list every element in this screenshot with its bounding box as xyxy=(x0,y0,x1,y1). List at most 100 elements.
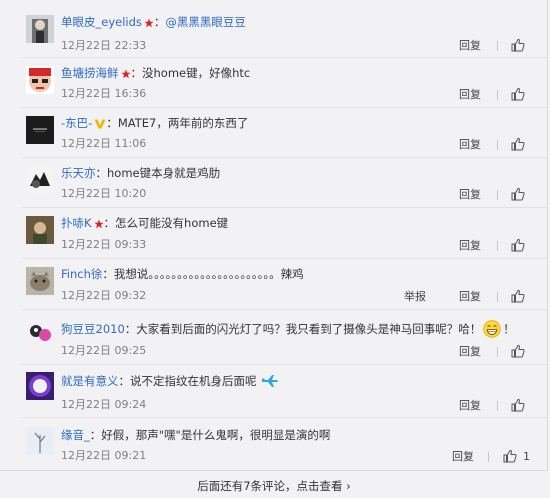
like-button[interactable] xyxy=(511,398,537,414)
reply-button[interactable]: 回复 xyxy=(459,400,481,412)
comment-author[interactable]: 乐天亦 xyxy=(61,166,96,180)
comment-text: 怎么可能没有home键 xyxy=(115,216,229,230)
thumbs-up-icon xyxy=(511,87,525,101)
comment-separator: ： xyxy=(124,322,137,336)
thumbs-up-icon xyxy=(511,289,525,303)
comment-time: 12月22日 22:33 xyxy=(61,39,147,52)
action-divider xyxy=(497,190,498,200)
comment-author[interactable]: 缘音_ xyxy=(61,428,90,442)
like-button[interactable] xyxy=(511,344,537,360)
thumbs-up-icon xyxy=(511,137,525,151)
thumbs-up-icon xyxy=(503,449,517,463)
comment-time: 12月22日 09:21 xyxy=(61,449,147,462)
comment-author[interactable]: 扑哧K xyxy=(61,216,92,230)
load-more-label[interactable]: 后面还有7条评论，点击查看 › xyxy=(197,478,351,494)
comment-separator: ： xyxy=(102,267,114,281)
comment-time: 12月22日 09:24 xyxy=(61,398,147,411)
action-divider xyxy=(497,241,498,251)
comment-list: 单眼皮_eyelids ：@黑黑黑眼豆豆 12月22日 22:33 回复 鱼塘捞海… xyxy=(0,0,548,498)
thumbs-up-icon xyxy=(511,238,525,252)
comment-item: -东巴- ：MATE7，两年前的东西了 12月22日 11:06 回复 xyxy=(0,108,548,157)
comment-separator: ： xyxy=(153,15,166,29)
like-button[interactable] xyxy=(511,38,537,54)
report-button[interactable]: 举报 xyxy=(404,291,426,303)
avatar[interactable] xyxy=(26,267,54,295)
like-button[interactable] xyxy=(511,289,537,305)
grin-emoji-icon xyxy=(483,320,501,341)
comment-time: 12月22日 09:25 xyxy=(61,344,147,357)
load-more-comments[interactable]: 后面还有7条评论，点击查看 › xyxy=(0,470,548,498)
verified-v-icon xyxy=(94,118,106,132)
comment-text: 好假，那声"嘿"是什么鬼啊，很明显是演的啊 xyxy=(101,428,331,442)
avatar[interactable] xyxy=(26,66,54,94)
comment-separator: ： xyxy=(130,66,143,80)
avatar[interactable] xyxy=(26,319,54,347)
action-divider xyxy=(497,347,498,357)
comment-time: 12月22日 09:32 xyxy=(61,289,147,302)
airplane-emoji-icon xyxy=(261,374,279,391)
comment-time: 12月22日 10:20 xyxy=(61,187,147,200)
comment-author[interactable]: 鱼塘捞海鲜 xyxy=(61,66,119,80)
comment-text: MATE7，两年前的东西了 xyxy=(117,116,249,130)
comment-time: 12月22日 09:33 xyxy=(61,238,147,251)
action-divider xyxy=(497,401,498,411)
comment-text: 大家看到后面的闪光灯了吗？我只看到了摄像头是神马回事呢？哈！ xyxy=(136,322,482,336)
thumbs-up-icon xyxy=(511,187,525,201)
star-badge-icon xyxy=(120,68,131,82)
reply-button[interactable]: 回复 xyxy=(459,89,481,101)
action-divider xyxy=(497,90,498,100)
like-button[interactable] xyxy=(511,238,537,254)
reply-button[interactable]: 回复 xyxy=(459,291,481,303)
comment-separator: ： xyxy=(118,374,131,388)
reply-button[interactable]: 回复 xyxy=(452,451,474,463)
reply-button[interactable]: 回复 xyxy=(459,139,481,151)
comment-text: home键本身就是鸡肋 xyxy=(107,166,221,180)
thumbs-up-icon xyxy=(511,344,525,358)
avatar[interactable] xyxy=(26,116,54,144)
comment-separator: ： xyxy=(106,116,118,130)
comment-text: 说不定指纹在机身后面呢 xyxy=(130,374,257,388)
comment-item: 狗豆豆2010：大家看到后面的闪光灯了吗？我只看到了摄像头是神马回事呢？哈！！ … xyxy=(0,310,548,364)
star-badge-icon xyxy=(93,218,104,232)
comment-author[interactable]: -东巴- xyxy=(61,116,92,130)
comment-separator: ： xyxy=(103,216,116,230)
comment-item: 扑哧K ：怎么可能没有home键 12月22日 09:33 回复 xyxy=(0,208,548,258)
like-button[interactable] xyxy=(511,187,537,203)
comment-text: 没home键，好像htc xyxy=(142,66,251,80)
avatar[interactable] xyxy=(26,15,54,43)
comment-separator: ： xyxy=(95,166,108,180)
avatar[interactable] xyxy=(26,216,54,244)
action-divider xyxy=(497,41,498,51)
comment-time: 12月22日 16:36 xyxy=(61,87,147,100)
thumbs-up-icon xyxy=(511,398,525,412)
comment-item: 缘音_：好假，那声"嘿"是什么鬼啊，很明显是演的啊 12月22日 09:21 回… xyxy=(0,418,548,470)
comment-time: 12月22日 11:06 xyxy=(61,137,147,150)
avatar[interactable] xyxy=(26,166,54,194)
comment-author[interactable]: Finch徐 xyxy=(61,267,102,281)
comment-item: Finch徐：我想说。。。。。。。。。。。。。。。。。。。。。。辣鸡 12月22… xyxy=(0,259,548,309)
comment-text: 我想说。。。。。。。。。。。。。。。。。。。。。。辣鸡 xyxy=(113,267,304,281)
thumbs-up-icon xyxy=(511,38,525,52)
reply-button[interactable]: 回复 xyxy=(459,189,481,201)
comment-item: 单眼皮_eyelids ：@黑黑黑眼豆豆 12月22日 22:33 回复 xyxy=(0,0,548,57)
comment-author[interactable]: 单眼皮_eyelids xyxy=(61,15,142,29)
comment-separator: ： xyxy=(89,428,102,442)
like-button[interactable] xyxy=(511,137,537,153)
action-divider xyxy=(497,292,498,302)
comment-author[interactable]: 狗豆豆2010 xyxy=(61,322,125,336)
like-button[interactable] xyxy=(511,87,537,103)
comment-item: 乐天亦：home键本身就是鸡肋 12月22日 10:20 回复 xyxy=(0,158,548,207)
like-count: 1 xyxy=(523,450,530,463)
reply-button[interactable]: 回复 xyxy=(459,346,481,358)
comment-item: 鱼塘捞海鲜 ：没home键，好像htc 12月22日 16:36 回复 xyxy=(0,58,548,107)
reply-button[interactable]: 回复 xyxy=(459,240,481,252)
action-divider xyxy=(497,140,498,150)
reply-button[interactable]: 回复 xyxy=(459,40,481,52)
avatar[interactable] xyxy=(26,427,54,455)
comment-author[interactable]: 就是有意义 xyxy=(61,374,119,388)
mention-link[interactable]: @黑黑黑眼豆豆 xyxy=(165,15,246,29)
avatar[interactable] xyxy=(26,372,54,400)
comment-item: 就是有意义：说不定指纹在机身后面呢 12月22日 09:24 回复 xyxy=(0,365,548,417)
comment-text-suffix: ！ xyxy=(503,322,515,336)
action-divider xyxy=(488,452,489,462)
